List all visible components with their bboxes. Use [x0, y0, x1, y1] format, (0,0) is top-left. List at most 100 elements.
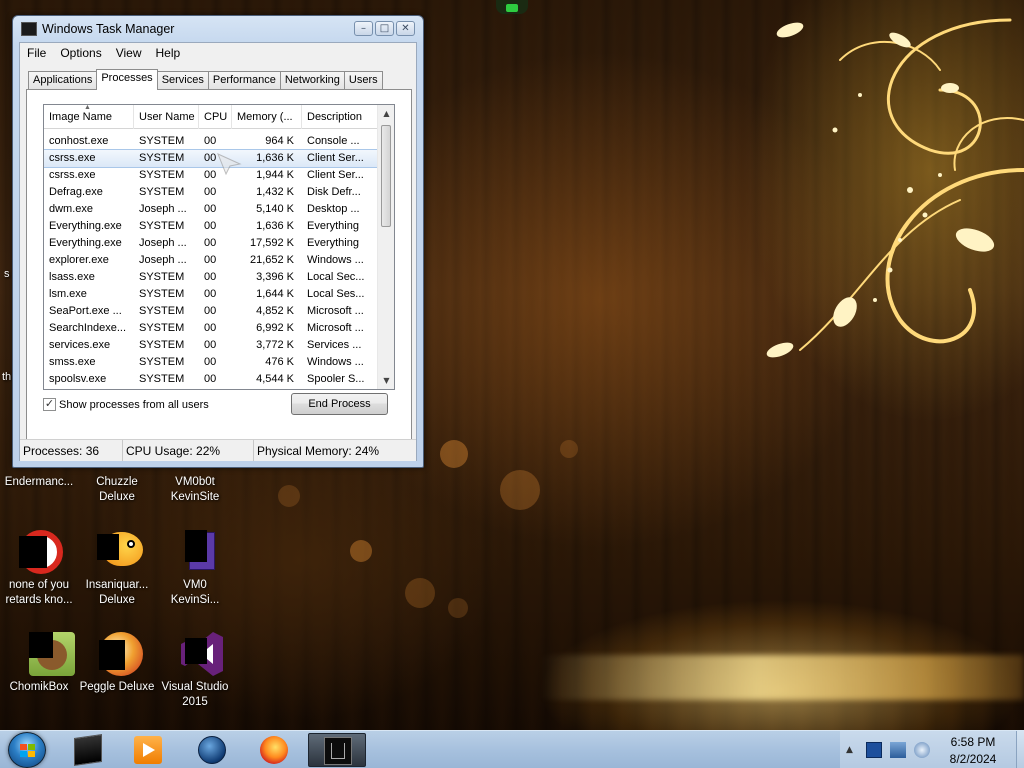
desktop-icon-vm0b0t[interactable]: VM0b0t KevinSite: [156, 475, 234, 505]
table-row[interactable]: services.exe SYSTEM 00 3,772 K Services ...: [44, 337, 379, 354]
scroll-down-icon[interactable]: ▼: [378, 372, 394, 389]
process-name-cell: SeaPort.exe ...: [49, 305, 122, 317]
show-all-users-checkbox[interactable]: ✓: [43, 398, 56, 411]
start-button[interactable]: [8, 732, 46, 768]
table-row[interactable]: conhost.exe SYSTEM 00 964 K Console ...: [44, 133, 379, 150]
table-row[interactable]: Everything.exe Joseph ... 00 17,592 K Everyt…: [44, 235, 379, 252]
process-list-header: ▲ Image Name User Name CPU Memory (... D…: [44, 105, 379, 129]
desktop-icon-peggle[interactable]: Peggle Deluxe: [78, 630, 156, 695]
menu-view[interactable]: View: [109, 43, 149, 63]
column-user-name[interactable]: User Name: [134, 105, 199, 129]
desktop-icon-visual-studio[interactable]: Visual Studio 2015: [156, 630, 234, 710]
table-row[interactable]: SeaPort.exe ... SYSTEM 00 4,852 K Microsoft …: [44, 303, 379, 320]
desktop-icon-label: Visual Studio 2015: [161, 681, 229, 708]
user-name-cell: SYSTEM: [139, 220, 185, 232]
cpu-cell: 00: [204, 135, 217, 147]
process-name-cell: SearchIndexe...: [49, 322, 127, 334]
peggle-ball-icon: [93, 630, 143, 678]
hamster-icon: [15, 630, 75, 678]
column-memory[interactable]: Memory (...: [232, 105, 302, 129]
tab-services[interactable]: Services: [156, 71, 209, 90]
user-name-cell: SYSTEM: [139, 271, 185, 283]
column-description[interactable]: Description: [302, 105, 379, 129]
window-title: Windows Task Manager: [42, 22, 175, 36]
user-name-cell: Joseph ...: [139, 254, 187, 266]
close-button[interactable]: ✕: [396, 21, 415, 36]
tab-users[interactable]: Users: [343, 71, 383, 90]
network-icon[interactable]: [890, 742, 906, 758]
table-row[interactable]: csrss.exe SYSTEM 00 1,944 K Client Ser...: [44, 167, 379, 184]
show-desktop-button[interactable]: [1016, 731, 1024, 768]
tab-processes[interactable]: Processes: [96, 69, 158, 90]
desktop-icon-endermanc[interactable]: Endermanc...: [0, 475, 78, 490]
window-client-area: File Options View Help Applications Proc…: [19, 42, 417, 461]
end-process-button[interactable]: End Process: [291, 393, 388, 415]
show-all-users-option[interactable]: ✓ Show processes from all users: [43, 398, 209, 411]
process-name-cell: Everything.exe: [49, 220, 122, 232]
menu-file[interactable]: File: [20, 43, 53, 63]
taskbar-media-player[interactable]: [122, 733, 174, 767]
cpu-cell: 00: [204, 356, 217, 368]
menu-options[interactable]: Options: [53, 43, 108, 63]
clock-date[interactable]: 8/2/2024: [930, 752, 1016, 766]
taskbar-browser[interactable]: [186, 733, 238, 767]
tray-app-icon[interactable]: [866, 742, 882, 758]
tray-expand-icon[interactable]: ▲: [846, 745, 853, 755]
user-name-cell: SYSTEM: [139, 135, 185, 147]
table-row[interactable]: Defrag.exe SYSTEM 00 1,432 K Disk Defr...: [44, 184, 379, 201]
cpu-cell: 00: [204, 254, 217, 266]
process-name-cell: smss.exe: [49, 356, 96, 368]
process-list-scrollbar[interactable]: ▲ ▼: [377, 105, 394, 389]
menu-help[interactable]: Help: [149, 43, 188, 63]
table-row[interactable]: csrss.exe SYSTEM 00 1,636 K Client Ser...: [44, 149, 380, 168]
column-image-name[interactable]: ▲ Image Name: [44, 105, 134, 129]
column-cpu[interactable]: CPU: [199, 105, 232, 129]
taskbar-firefox[interactable]: [248, 733, 300, 767]
clock-time[interactable]: 6:58 PM: [930, 735, 1016, 749]
description-cell: Client Ser...: [307, 169, 364, 181]
user-name-cell: SYSTEM: [139, 305, 185, 317]
cpu-cell: 00: [204, 373, 217, 385]
edge-text-1: s: [4, 268, 10, 280]
maximize-button[interactable]: □: [375, 21, 394, 36]
user-name-cell: SYSTEM: [139, 356, 185, 368]
title-bar[interactable]: Windows Task Manager – □ ✕: [13, 16, 423, 42]
description-cell: Console ...: [307, 135, 360, 147]
process-list[interactable]: ▲ Image Name User Name CPU Memory (... D…: [43, 104, 395, 390]
desktop-icon-vm0[interactable]: VM0 KevinSi...: [156, 528, 234, 608]
scroll-up-icon[interactable]: ▲: [378, 105, 394, 122]
user-name-cell: SYSTEM: [139, 186, 185, 198]
table-row[interactable]: dwm.exe Joseph ... 00 5,140 K Desktop ...: [44, 201, 379, 218]
memory-cell: 21,652 K: [249, 254, 294, 266]
memory-cell: 4,544 K: [256, 373, 294, 385]
tab-networking[interactable]: Networking: [279, 71, 345, 90]
process-name-cell: services.exe: [49, 339, 111, 351]
minimize-button[interactable]: –: [354, 21, 373, 36]
desktop-icon-insaniquarium[interactable]: Insaniquar... Deluxe: [78, 528, 156, 608]
desktop-icon-chomikbox[interactable]: ChomikBox: [0, 630, 78, 695]
table-row[interactable]: explorer.exe Joseph ... 00 21,652 K Windows …: [44, 252, 379, 269]
description-cell: Local Sec...: [307, 271, 365, 283]
table-row[interactable]: smss.exe SYSTEM 00 476 K Windows ...: [44, 354, 379, 371]
table-row[interactable]: lsm.exe SYSTEM 00 1,644 K Local Ses...: [44, 286, 379, 303]
process-name-cell: conhost.exe: [49, 135, 109, 147]
cpu-cell: 00: [204, 203, 217, 215]
taskbar-task-manager[interactable]: [308, 733, 366, 767]
taskbar-terminal[interactable]: [62, 733, 114, 767]
table-row[interactable]: Everything.exe SYSTEM 00 1,636 K Everything: [44, 218, 379, 235]
process-name-cell: lsm.exe: [49, 288, 87, 300]
table-row[interactable]: SearchIndexe... SYSTEM 00 6,992 K Microsoft …: [44, 320, 379, 337]
volume-icon[interactable]: [914, 742, 930, 758]
table-row[interactable]: spoolsv.exe SYSTEM 00 4,544 K Spooler S...: [44, 371, 379, 388]
tab-applications[interactable]: Applications: [28, 71, 98, 90]
scroll-thumb[interactable]: [381, 125, 391, 227]
desktop-icon-chuzzle[interactable]: Chuzzle Deluxe: [78, 475, 156, 505]
tab-performance[interactable]: Performance: [207, 71, 281, 90]
memory-cell: 1,944 K: [256, 169, 294, 181]
table-row[interactable]: lsass.exe SYSTEM 00 3,396 K Local Sec...: [44, 269, 379, 286]
process-name-cell: dwm.exe: [49, 203, 94, 215]
desktop-icon-none-of-you[interactable]: none of you retards kno...: [0, 528, 78, 608]
process-list-body: conhost.exe SYSTEM 00 964 K Console ... csrss…: [44, 133, 380, 388]
task-manager-window[interactable]: Windows Task Manager – □ ✕ File Options …: [12, 15, 424, 468]
memory-cell: 6,992 K: [256, 322, 294, 334]
